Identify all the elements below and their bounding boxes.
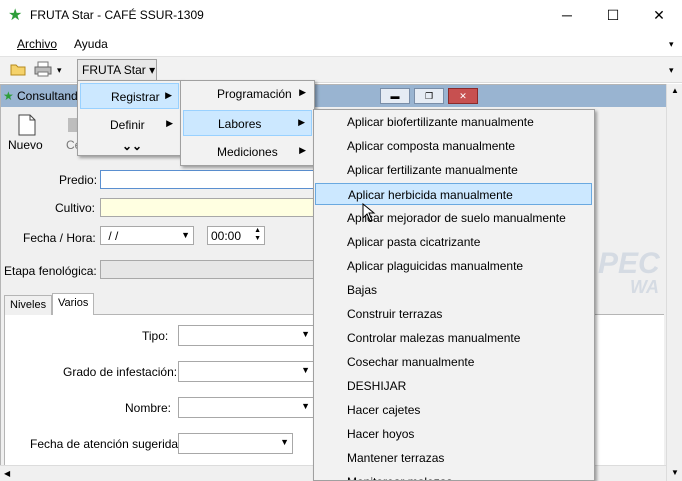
menu-programacion[interactable]: Programación ▶: [183, 81, 312, 107]
hora-stepper[interactable]: 00:00 ▲ ▼: [207, 226, 265, 245]
cultivo-input[interactable]: [100, 198, 314, 217]
print-dropdown-icon[interactable]: ▾: [57, 65, 62, 76]
menu-controlar-malezas[interactable]: Controlar malezas manualmente: [315, 327, 592, 349]
submenu-arrow-icon: ▶: [299, 87, 306, 97]
etapa-fenologica-label: Etapa fenológica:: [4, 264, 97, 278]
predio-input[interactable]: [100, 170, 314, 189]
menu-cosechar-manualmente[interactable]: Cosechar manualmente: [315, 351, 592, 373]
nuevo-button[interactable]: Nuevo: [8, 138, 43, 152]
mouse-cursor-icon: [362, 203, 376, 222]
cultivo-label: Cultivo:: [55, 201, 96, 215]
menu-aplicar-fertilizante[interactable]: Aplicar fertilizante manualmente: [315, 159, 592, 181]
fecha-hora-label: Fecha / Hora:: [23, 231, 96, 245]
chevron-down-icon[interactable]: ▼: [301, 401, 310, 411]
watermark-logo-sub: WA: [630, 277, 659, 297]
new-document-icon[interactable]: [18, 114, 36, 136]
labores-submenu: Aplicar biofertilizante manualmente Apli…: [313, 109, 595, 481]
star-icon: ★: [8, 7, 23, 24]
star-icon: ★: [3, 89, 14, 103]
scroll-up-icon[interactable]: ▲: [671, 86, 679, 95]
window-title: FRUTA Star - CAFÉ SSUR-1309: [30, 8, 204, 22]
stepper-arrows-icon[interactable]: ▲ ▼: [254, 227, 261, 243]
scroll-down-icon[interactable]: ▼: [671, 468, 679, 477]
menu-bar: Archivo Ayuda ▾: [0, 31, 682, 57]
tipo-select[interactable]: ▼: [178, 325, 314, 346]
fruta-star-menu: Registrar ▶ Definir ▶ ⌄⌄: [77, 80, 182, 156]
child-window-title: Consultand: [17, 89, 78, 103]
close-button[interactable]: ✕: [636, 0, 682, 31]
submenu-arrow-icon: ▶: [166, 118, 173, 128]
fruta-star-menu-button[interactable]: FRUTA Star ▾: [77, 59, 157, 81]
fecha-atencion-label: Fecha de atención sugerida:: [30, 437, 182, 451]
minimize-button[interactable]: ─: [544, 0, 590, 31]
toolbar-overflow-icon[interactable]: ▾: [669, 65, 674, 76]
menu-aplicar-herbicida[interactable]: Aplicar herbicida manualmente: [315, 183, 592, 205]
menu-hacer-hoyos[interactable]: Hacer hoyos: [315, 423, 592, 445]
menu-mediciones[interactable]: Mediciones ▶: [183, 139, 312, 165]
menu-archivo[interactable]: Archivo: [17, 37, 57, 51]
menu-definir[interactable]: Definir ▶: [80, 112, 179, 138]
menu-aplicar-mejorador-suelo[interactable]: Aplicar mejorador de suelo manualmente: [315, 207, 592, 229]
submenu-arrow-icon: ▶: [299, 145, 306, 155]
child-minimize-button[interactable]: ▬: [380, 88, 410, 104]
maximize-button[interactable]: ☐: [590, 0, 636, 31]
registrar-submenu: Programación ▶ Labores ▶ Mediciones ▶: [180, 80, 315, 166]
predio-label: Predio:: [59, 173, 98, 187]
etapa-fenologica-input[interactable]: [100, 260, 314, 279]
menu-construir-terrazas[interactable]: Construir terrazas: [315, 303, 592, 325]
menu-registrar[interactable]: Registrar ▶: [80, 83, 179, 109]
grado-infestacion-label: Grado de infestación:: [63, 365, 178, 379]
nombre-select[interactable]: ▼: [178, 397, 314, 418]
chevron-down-icon[interactable]: ▼: [301, 365, 310, 375]
menu-bajas[interactable]: Bajas: [315, 279, 592, 301]
scroll-left-icon[interactable]: ◀: [4, 469, 10, 478]
menu-aplicar-composta[interactable]: Aplicar composta manualmente: [315, 135, 592, 157]
fecha-atencion-select[interactable]: ▼: [178, 433, 293, 454]
chevron-down-icon[interactable]: ⌄⌄: [122, 139, 142, 153]
menu-labores[interactable]: Labores ▶: [183, 110, 312, 136]
chevron-down-icon[interactable]: ▼: [301, 329, 310, 339]
tab-niveles[interactable]: Niveles: [4, 295, 53, 315]
menu-aplicar-plaguicidas[interactable]: Aplicar plaguicidas manualmente: [315, 255, 592, 277]
child-restore-button[interactable]: ❐: [414, 88, 444, 104]
fecha-picker[interactable]: / / ▼: [100, 226, 194, 245]
submenu-arrow-icon: ▶: [165, 90, 172, 100]
grado-infestacion-select[interactable]: ▼: [178, 361, 314, 382]
child-close-button[interactable]: ✕: [448, 88, 478, 104]
nombre-label: Nombre:: [125, 401, 172, 415]
tipo-label: Tipo:: [142, 329, 169, 343]
menu-aplicar-pasta-cicatrizante[interactable]: Aplicar pasta cicatrizante: [315, 231, 592, 253]
menu-deshijar[interactable]: DESHIJAR: [315, 375, 592, 397]
printer-icon[interactable]: [34, 61, 52, 77]
menubar-overflow-icon[interactable]: ▾: [669, 39, 674, 50]
vertical-scrollbar[interactable]: ▲ ▼: [666, 84, 682, 481]
menu-monitorear-malezas[interactable]: Monitorear malezas: [315, 471, 592, 480]
menu-mantener-terrazas[interactable]: Mantener terrazas: [315, 447, 592, 469]
menu-aplicar-biofertilizante[interactable]: Aplicar biofertilizante manualmente: [315, 111, 592, 133]
chevron-down-icon[interactable]: ▼: [181, 230, 190, 240]
folder-icon[interactable]: [10, 62, 26, 76]
submenu-arrow-icon: ▶: [298, 117, 305, 127]
menu-hacer-cajetes[interactable]: Hacer cajetes: [315, 399, 592, 421]
chevron-down-icon[interactable]: ▼: [280, 437, 289, 447]
tab-varios[interactable]: Varios: [52, 293, 95, 316]
title-bar: ★ FRUTA Star - CAFÉ SSUR-1309 ─ ☐ ✕: [0, 0, 682, 31]
menu-ayuda[interactable]: Ayuda: [74, 37, 108, 51]
